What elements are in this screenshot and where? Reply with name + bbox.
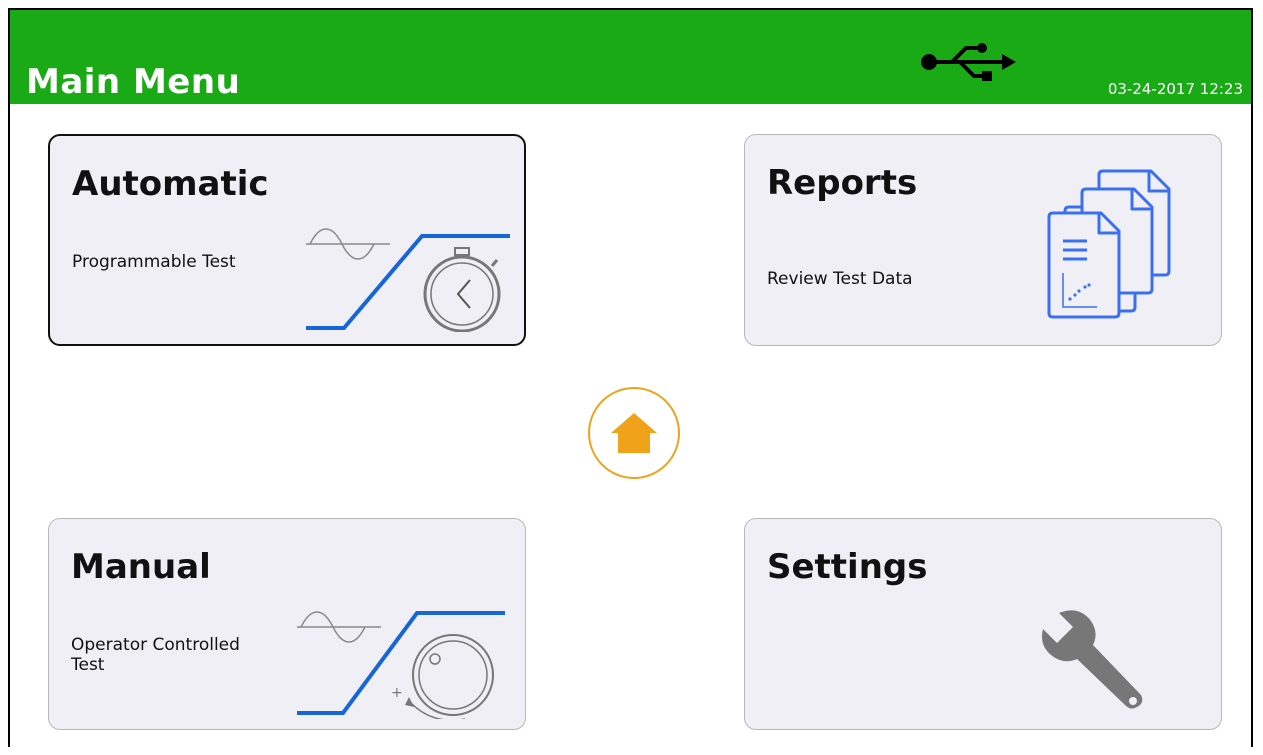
knob-ramp-icon: + [297, 611, 505, 719]
usb-icon [921, 43, 1016, 81]
manual-title: Manual [71, 547, 211, 587]
home-icon [611, 413, 657, 453]
datetime-label: 03-24-2017 12:23 [1107, 80, 1243, 98]
automatic-title: Automatic [72, 164, 269, 204]
reports-button[interactable]: Reports Review Test Data [744, 134, 1222, 346]
svg-text:+: + [391, 685, 403, 701]
automatic-subtitle: Programmable Test [72, 252, 236, 272]
timer-ramp-icon [306, 228, 510, 332]
header-bar: Main Menu 03-24-2017 12:23 [10, 10, 1251, 104]
home-button[interactable] [588, 387, 680, 479]
documents-icon [1047, 169, 1171, 319]
screen-frame: Main Menu 03-24-2017 12:23 Automatic Pro… [8, 8, 1253, 747]
settings-title: Settings [767, 547, 928, 587]
settings-button[interactable]: Settings [744, 518, 1222, 730]
automatic-button[interactable]: Automatic Programmable Test [48, 134, 526, 346]
reports-title: Reports [767, 163, 918, 203]
manual-button[interactable]: Manual Operator Controlled Test + [48, 518, 526, 730]
wrench-icon [1042, 610, 1143, 709]
manual-subtitle: Operator Controlled Test [71, 635, 240, 675]
page-title: Main Menu [26, 62, 241, 102]
reports-subtitle: Review Test Data [767, 269, 913, 289]
